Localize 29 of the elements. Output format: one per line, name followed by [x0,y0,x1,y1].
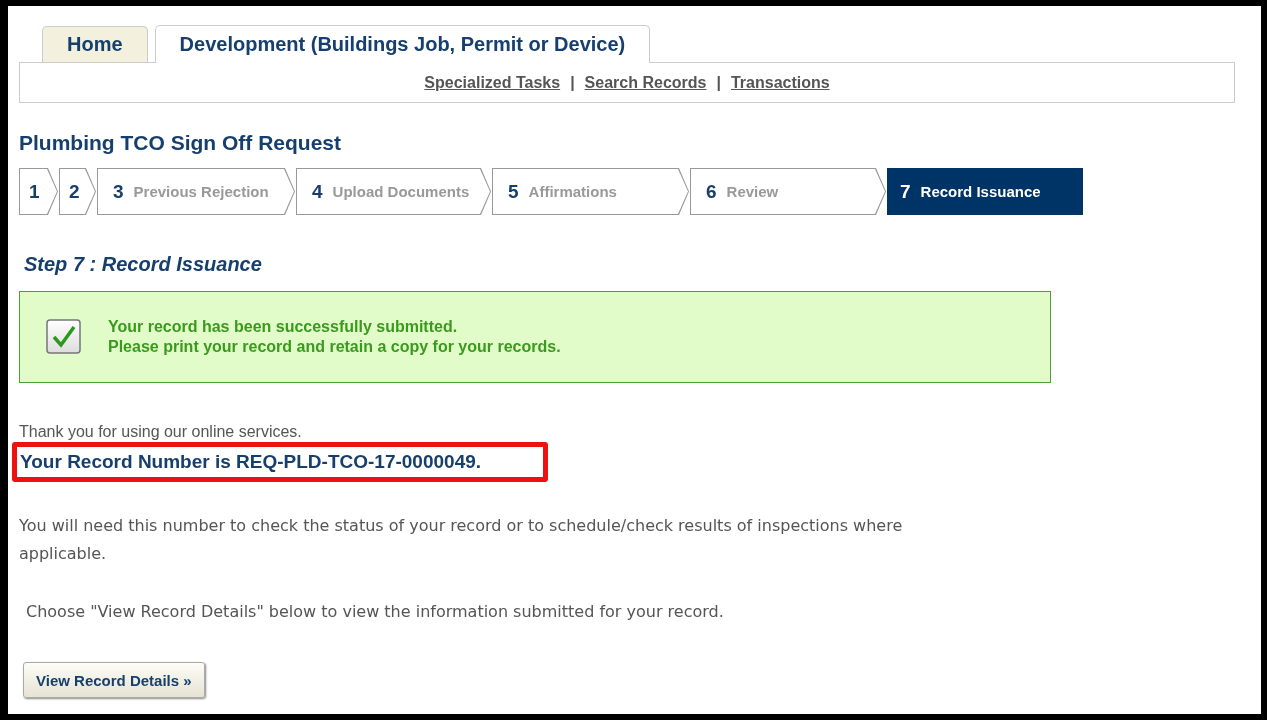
step-label: Previous Rejection [133,183,269,200]
separator: | [716,73,721,92]
separator: | [570,73,575,92]
step-label: Affirmations [528,183,617,200]
tab[interactable]: Home [42,26,148,62]
step-label: Review [726,183,779,200]
nav-link[interactable]: Search Records [584,73,707,92]
step-number: 7 [900,180,911,203]
view-record-details-button[interactable]: View Record Details » [23,662,205,698]
step-number: 4 [312,180,323,203]
step-heading: Step 7 : Record Issuance [24,253,263,276]
step-number: 5 [508,180,519,203]
step-label: Record Issuance [920,183,1041,200]
thanks-text: Thank you for using our online services. [19,423,303,441]
record-number-text: Your Record Number is REQ-PLD-TCO-17-0000049. [20,451,482,472]
nav-link[interactable]: Specialized Tasks [424,73,561,92]
step-label: Upload Documents [332,183,470,200]
tab[interactable]: Development (Buildings Job, Permit or Device) [154,25,651,63]
info-paragraph: You will need this number to check the status of your record or to schedule/check results of inspections where applicable. [19,515,904,565]
step-number: 6 [706,180,717,203]
step-number: 2 [69,180,80,203]
success-check-icon [46,319,82,355]
step-number: 1 [29,180,40,203]
nav-link[interactable]: Transactions [730,73,830,92]
step-number: 3 [113,180,124,203]
success-text: Your record has been successfully submitted. [108,317,459,337]
page-title: Plumbing TCO Sign Off Request [19,131,342,155]
info-paragraph: Choose "View Record Details" below to view the information submitted for your record. [25,601,725,623]
success-text: Please print your record and retain a copy for your records. [108,337,561,357]
